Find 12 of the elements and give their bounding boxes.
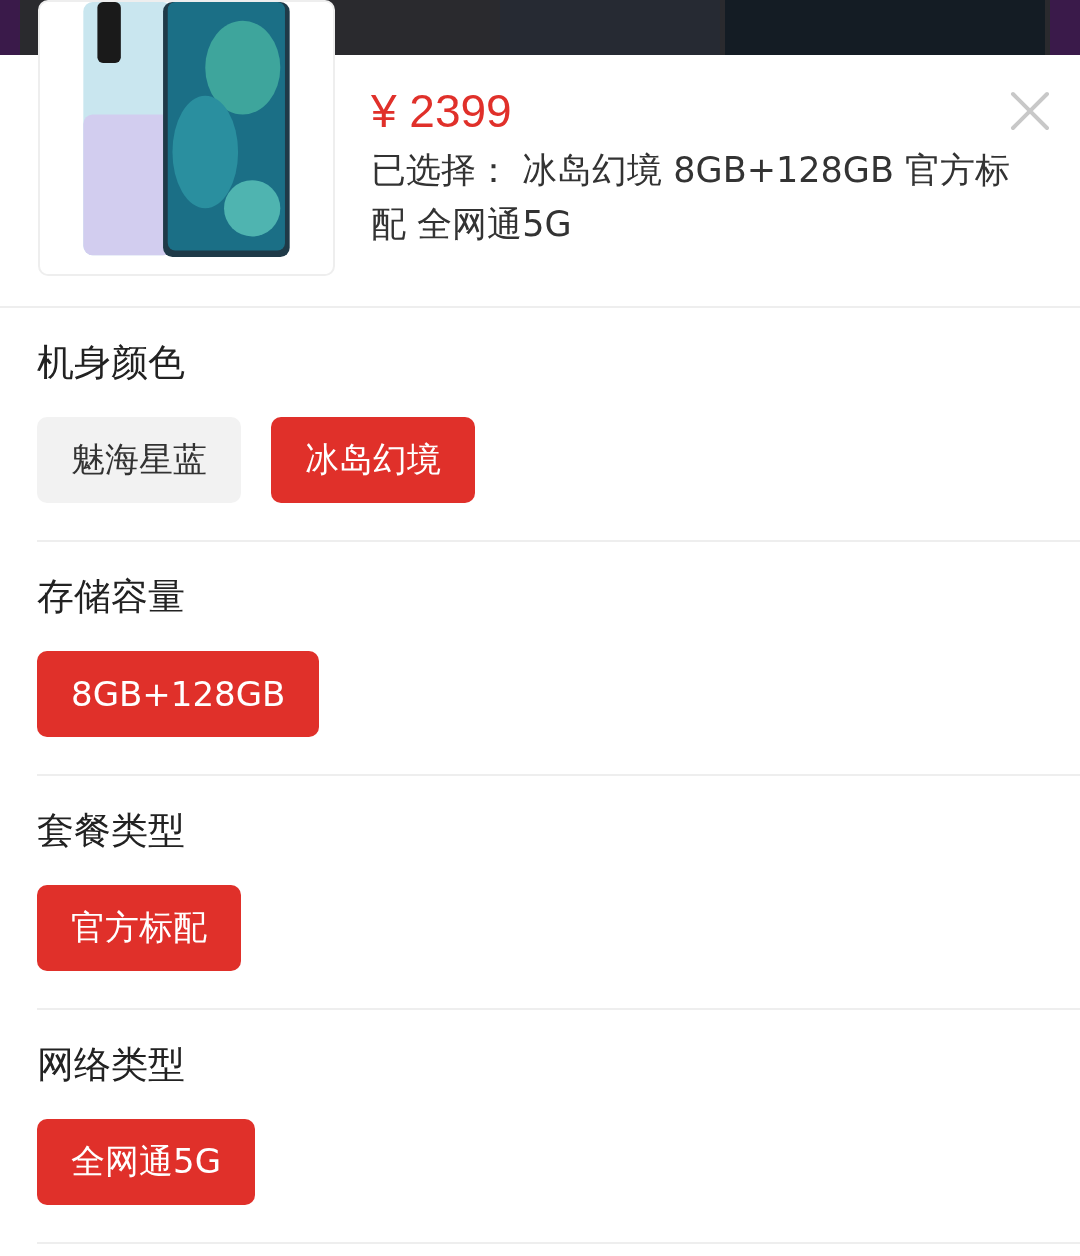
option-button[interactable]: 官方标配 xyxy=(37,885,241,971)
option-button[interactable]: 全网通5G xyxy=(37,1119,255,1205)
option-button[interactable]: 魅海星蓝 xyxy=(37,417,241,503)
selected-options-text: 已选择： 冰岛幻境 8GB+128GB 官方标配 全网通5G xyxy=(371,149,1012,246)
close-icon[interactable] xyxy=(1010,91,1050,131)
option-group-title: 机身颜色 xyxy=(37,340,186,386)
option-button[interactable]: 8GB+128GB xyxy=(37,651,320,737)
option-group-title: 套餐类型 xyxy=(37,808,186,854)
option-group-title: 存储容量 xyxy=(37,574,186,620)
price: ¥ 2399 xyxy=(371,84,512,139)
option-group-title: 网络类型 xyxy=(37,1042,186,1088)
option-button[interactable]: 冰岛幻境 xyxy=(271,417,475,503)
